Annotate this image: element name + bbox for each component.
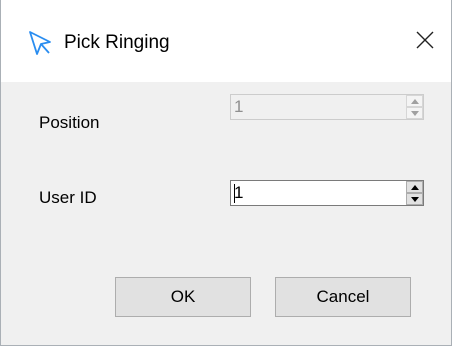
pick-ringing-dialog: Pick Ringing Position 1 User ID 1 OK Can… [0, 0, 452, 346]
position-spinbox: 1 [230, 94, 424, 120]
close-button[interactable] [402, 22, 448, 62]
position-spin-buttons [406, 95, 423, 119]
arrow-up-icon [410, 98, 419, 104]
user-id-decrement-button[interactable] [406, 193, 423, 205]
dialog-body: Position 1 User ID 1 OK Cancel [1, 82, 451, 345]
user-id-label: User ID [39, 188, 97, 207]
user-id-spinbox[interactable]: 1 [230, 180, 424, 206]
user-id-increment-button[interactable] [406, 181, 423, 193]
pointer-arrow-icon [28, 30, 54, 56]
position-label: Position [39, 113, 100, 132]
dialog-title: Pick Ringing [64, 32, 170, 53]
position-decrement-button [406, 107, 423, 119]
position-increment-button [406, 95, 423, 107]
arrow-up-icon [410, 184, 419, 190]
user-id-value[interactable]: 1 [234, 183, 243, 203]
close-icon [415, 30, 435, 55]
cancel-button[interactable]: Cancel [275, 277, 411, 317]
user-id-spin-buttons [406, 181, 423, 205]
ok-button[interactable]: OK [115, 277, 251, 317]
title-bar: Pick Ringing [1, 0, 451, 82]
position-value: 1 [234, 97, 244, 116]
arrow-down-icon [410, 196, 419, 202]
arrow-down-icon [410, 110, 419, 116]
